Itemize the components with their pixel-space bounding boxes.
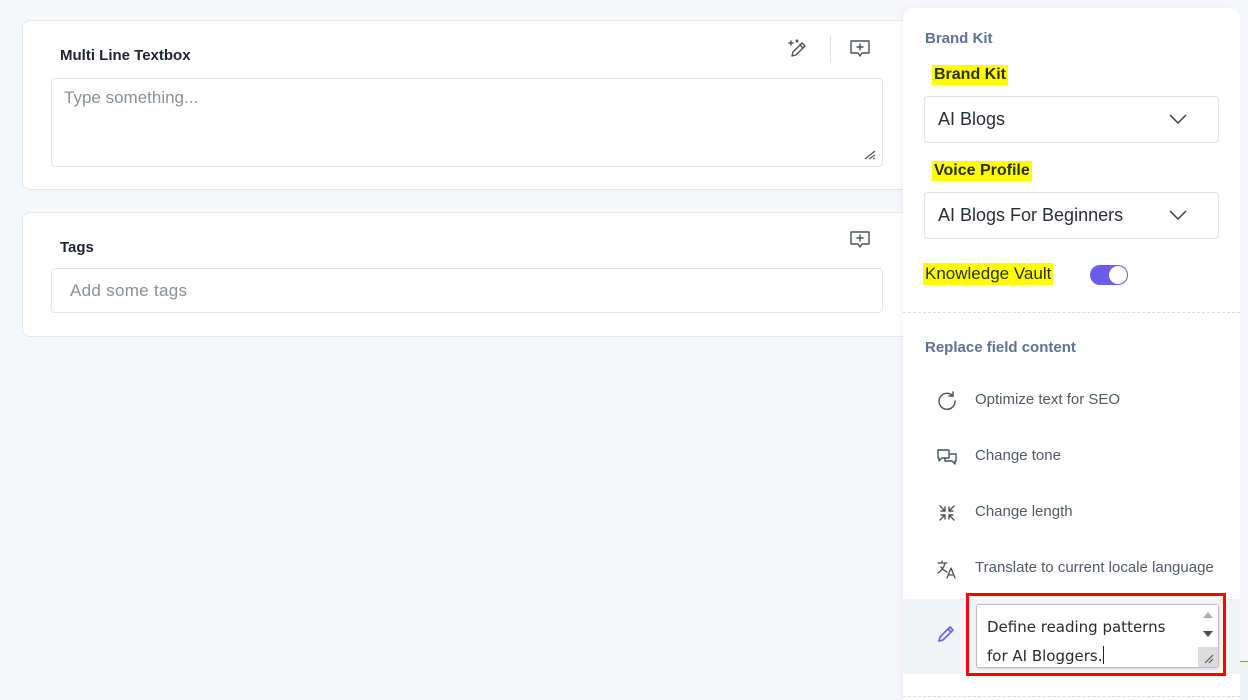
custom-prompt-textarea[interactable]: Define reading patterns for AI Bloggers. <box>976 604 1219 668</box>
scroll-down-arrow-icon[interactable] <box>1203 631 1213 637</box>
menu-item-change-tone[interactable]: Change tone <box>903 436 1240 476</box>
multiline-placeholder: Type something... <box>64 88 199 107</box>
toggle-knob <box>1109 266 1127 284</box>
add-comment-icon <box>850 231 870 248</box>
menu-item-label: Change length <box>975 503 1073 520</box>
resize-handle-icon <box>1204 654 1214 664</box>
voice-profile-label: Voice Profile <box>932 161 1032 181</box>
menu-item-change-length[interactable]: Change length <box>903 492 1240 532</box>
pencil-icon <box>938 626 954 642</box>
menu-item-translate[interactable]: Translate to current locale language <box>903 548 1240 588</box>
voice-profile-selected-value: AI Blogs For Beginners <box>938 205 1124 225</box>
compress-arrows-icon <box>936 502 958 524</box>
textarea-scrollbar[interactable] <box>1198 605 1218 667</box>
voice-profile-select[interactable]: AI Blogs For Beginners <box>924 192 1219 239</box>
replace-content-section-title: Replace field content <box>925 339 1076 356</box>
menu-item-label: Translate to current locale language <box>975 559 1214 576</box>
multiline-textarea[interactable]: Type something... <box>51 78 883 167</box>
tags-add-comment-button[interactable] <box>847 227 873 253</box>
custom-prompt-text: Define reading patterns for AI Bloggers. <box>987 613 1187 671</box>
custom-prompt-line-1: Define reading patterns <box>987 618 1166 636</box>
custom-prompt-row: Define reading patterns for AI Bloggers. <box>903 593 1240 676</box>
chevron-down-icon <box>1169 114 1187 125</box>
page-edge-line <box>1240 661 1248 662</box>
multiline-field-card: Multi Line Textbox Type something... <box>22 20 922 190</box>
tags-field-card: Tags Add some tags <box>22 212 922 337</box>
knowledge-vault-label: Knowledge Vault <box>923 263 1054 285</box>
section-divider <box>903 312 1240 313</box>
refresh-icon <box>936 390 958 412</box>
translate-icon <box>936 558 958 580</box>
section-divider <box>903 696 1240 697</box>
menu-item-optimize-seo[interactable]: Optimize text for SEO <box>903 380 1240 420</box>
brand-kit-label: Brand Kit <box>932 65 1008 85</box>
knowledge-vault-toggle[interactable] <box>1090 265 1128 285</box>
page-edge <box>1240 660 1248 700</box>
multiline-field-label: Multi Line Textbox <box>60 47 191 64</box>
ai-write-button[interactable] <box>785 36 811 62</box>
brand-kit-select[interactable]: AI Blogs <box>924 96 1219 143</box>
brand-kit-selected-value: AI Blogs <box>938 109 1006 129</box>
resize-handle[interactable] <box>1198 647 1218 667</box>
toolbar-divider <box>830 36 831 62</box>
tags-placeholder: Add some tags <box>70 281 188 300</box>
resize-handle-icon[interactable] <box>863 147 877 161</box>
scroll-up-arrow-icon[interactable] <box>1203 612 1213 618</box>
ai-assistant-panel: Brand Kit Brand Kit AI Blogs Voice Profi… <box>903 8 1240 700</box>
custom-prompt-line-2: for AI Bloggers. <box>987 647 1103 665</box>
add-comment-icon <box>850 40 870 57</box>
chevron-down-icon <box>1169 210 1187 221</box>
magic-pencil-icon <box>788 39 806 57</box>
tags-field-label: Tags <box>60 239 94 256</box>
add-comment-button[interactable] <box>847 36 873 62</box>
brand-kit-section-title: Brand Kit <box>925 30 993 47</box>
text-caret <box>1102 646 1104 664</box>
chat-bubbles-icon <box>936 446 958 468</box>
tags-input[interactable]: Add some tags <box>51 268 883 313</box>
menu-item-label: Optimize text for SEO <box>975 391 1121 408</box>
menu-item-label: Change tone <box>975 447 1061 464</box>
